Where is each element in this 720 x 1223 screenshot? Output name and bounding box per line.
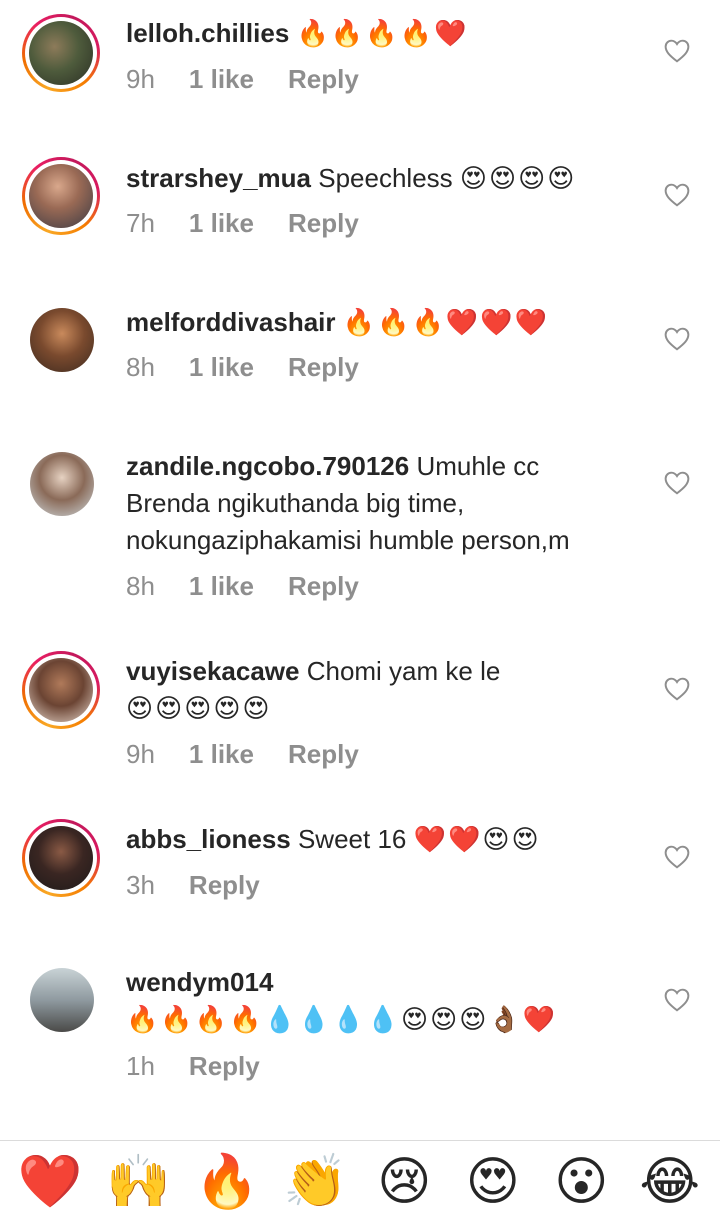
comment-body: abbs_lioness Sweet 16 ❤️❤️😍😍 xyxy=(126,821,640,858)
comment-meta: 8h 1 like Reply xyxy=(126,571,393,602)
heart-outline-icon[interactable] xyxy=(664,39,690,63)
comment-text-line: nokungaziphakamisi humble person,m xyxy=(126,525,570,555)
avatar[interactable] xyxy=(30,308,94,372)
heart-outline-icon[interactable] xyxy=(664,183,690,207)
comment-username[interactable]: wendym014 xyxy=(126,964,640,1001)
comment-body: wendym014 🔥🔥🔥🔥💧💧💧💧😍😍😍👌🏾❤️ xyxy=(126,964,640,1038)
comment-meta: 3h Reply xyxy=(126,870,294,901)
reaction-raised-hands[interactable]: 🙌 xyxy=(99,1152,179,1212)
avatar xyxy=(29,826,93,890)
reply-button[interactable]: Reply xyxy=(288,352,359,383)
reply-button[interactable]: Reply xyxy=(189,870,260,901)
comment-time: 9h xyxy=(126,64,155,94)
comment-emoji: 😍😍😍😍 xyxy=(459,163,577,193)
comment-username[interactable]: melforddivashair xyxy=(126,307,336,337)
heart-outline-icon[interactable] xyxy=(664,845,690,869)
comment-text: Sweet 16 xyxy=(297,824,407,854)
comment-like-count[interactable]: 1 like xyxy=(189,571,254,602)
comment-body: lelloh.chillies 🔥🔥🔥🔥❤️ xyxy=(126,15,640,52)
comment-time: 3h xyxy=(126,870,155,900)
avatar[interactable] xyxy=(30,968,94,1032)
comment-username[interactable]: abbs_lioness xyxy=(126,824,291,854)
comment-time: 9h xyxy=(126,739,155,769)
comment-username[interactable]: lelloh.chillies xyxy=(126,18,289,48)
comment-meta: 9h 1 like Reply xyxy=(126,64,393,95)
comment-meta: 8h 1 like Reply xyxy=(126,352,393,383)
heart-outline-icon[interactable] xyxy=(664,471,690,495)
avatar xyxy=(29,658,93,722)
comment-body: strarshey_mua Speechless 😍😍😍😍 xyxy=(126,160,640,197)
heart-outline-icon[interactable] xyxy=(664,988,690,1012)
avatar[interactable] xyxy=(30,452,94,516)
reply-button[interactable]: Reply xyxy=(288,64,359,95)
comment-meta: 1h Reply xyxy=(126,1051,294,1082)
heart-outline-icon[interactable] xyxy=(664,327,690,351)
reply-button[interactable]: Reply xyxy=(288,208,359,239)
comment-like-count[interactable]: 1 like xyxy=(189,352,254,383)
comment-time: 8h xyxy=(126,571,155,601)
avatar-story-ring[interactable] xyxy=(22,157,100,235)
reaction-surprised[interactable]: 😮 xyxy=(541,1152,621,1212)
comment-text: 🔥🔥🔥❤️❤️❤️ xyxy=(342,307,549,337)
comment-body: melforddivashair 🔥🔥🔥❤️❤️❤️ xyxy=(126,304,640,341)
comment-meta: 7h 1 like Reply xyxy=(126,208,393,239)
comment-body: vuyisekacawe Chomi yam ke le 😍😍😍😍😍 xyxy=(126,653,640,727)
comment-time: 8h xyxy=(126,352,155,382)
reply-button[interactable]: Reply xyxy=(189,1051,260,1082)
avatar xyxy=(29,21,93,85)
comment-text: Umuhle cc xyxy=(416,451,540,481)
comment-emoji: 🔥🔥🔥🔥💧💧💧💧😍😍😍👌🏾❤️ xyxy=(126,1004,558,1034)
reaction-sad[interactable]: 😢 xyxy=(364,1152,444,1212)
comment-like-count[interactable]: 1 like xyxy=(189,739,254,770)
reaction-fire[interactable]: 🔥 xyxy=(187,1152,267,1212)
comment-text-line: Brenda ngikuthanda big time, xyxy=(126,488,465,518)
reply-button[interactable]: Reply xyxy=(288,739,359,770)
heart-outline-icon[interactable] xyxy=(664,677,690,701)
avatar-story-ring[interactable] xyxy=(22,651,100,729)
comment-meta: 9h 1 like Reply xyxy=(126,739,393,770)
comment-like-count[interactable]: 1 like xyxy=(189,64,254,95)
avatar-story-ring[interactable] xyxy=(22,819,100,897)
comment-username[interactable]: zandile.ngcobo.790126 xyxy=(126,451,409,481)
avatar-story-ring[interactable] xyxy=(22,14,100,92)
comment-emoji: ❤️❤️😍😍 xyxy=(413,824,541,854)
avatar xyxy=(29,164,93,228)
comment-like-count[interactable]: 1 like xyxy=(189,208,254,239)
comment-username[interactable]: vuyisekacawe xyxy=(126,656,299,686)
comment-text: Chomi yam ke le xyxy=(306,656,501,686)
comment-text: 🔥🔥🔥🔥❤️ xyxy=(296,18,469,48)
quick-reactions-bar: ❤️ 🙌 🔥 👏 😢 😍 😮 😂 xyxy=(0,1140,720,1223)
comment-time: 7h xyxy=(126,208,155,238)
comment-username[interactable]: strarshey_mua xyxy=(126,163,311,193)
reaction-heart-eyes[interactable]: 😍 xyxy=(453,1152,533,1212)
reaction-heart[interactable]: ❤️ xyxy=(10,1152,90,1212)
comment-emoji: 😍😍😍😍😍 xyxy=(126,693,272,723)
comment-text: Speechless xyxy=(318,163,453,193)
comment-body: zandile.ngcobo.790126 Umuhle cc Brenda n… xyxy=(126,448,640,559)
reaction-laughing[interactable]: 😂 xyxy=(630,1152,710,1212)
reply-button[interactable]: Reply xyxy=(288,571,359,602)
comment-time: 1h xyxy=(126,1051,155,1081)
reaction-clap[interactable]: 👏 xyxy=(276,1152,356,1212)
